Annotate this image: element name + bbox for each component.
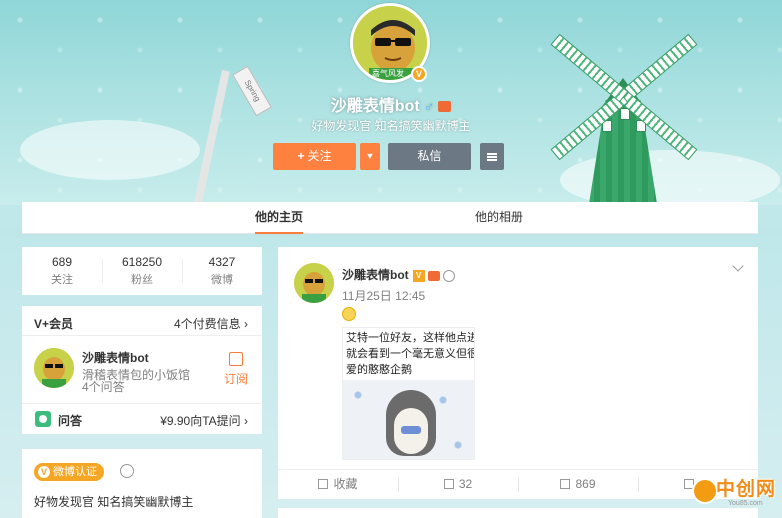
post-author-row: 沙雕表情bot V (342, 266, 455, 283)
image-caption: 艾特一位好友，这样他点进来就会看到一个毫无意义但很可爱的憨憨企鹅 (346, 332, 475, 376)
profile-name-row: 沙雕表情bot ♂ (0, 92, 782, 116)
follow-button[interactable]: + 关注 (273, 143, 356, 170)
paid-info-link[interactable]: 4个付费信息 › (174, 315, 248, 332)
qa-icon (35, 411, 51, 427)
vip-card: V+会员 4个付费信息 › 沙雕表情bot 滑稽表情包的小饭馆 4个问答 订阅 … (22, 306, 262, 434)
post-time[interactable]: 11月25日 12:45 (342, 287, 425, 304)
share-icon (443, 479, 454, 489)
vip-title: V+会员 (34, 317, 74, 331)
feed-post: 沙雕表情bot V 11月25日 12:45 艾特一位好友，这样他点进来就会看到一… (278, 247, 758, 499)
plus-icon: + (297, 149, 305, 163)
message-button[interactable]: 私信 (388, 143, 471, 170)
subscribe-label: 订阅 (223, 372, 248, 386)
male-gender-icon: ♂ (423, 98, 435, 114)
stat-value: 618250 (121, 255, 163, 269)
subscribe-button[interactable]: 订阅 (222, 352, 250, 387)
watermark-text: 中创网 (716, 479, 777, 500)
avatar-caption: 喜气风发 (372, 69, 404, 78)
divider (22, 403, 262, 404)
stat-followers[interactable]: 618250 粉丝 (102, 255, 182, 287)
stat-posts[interactable]: 4327 微博 (182, 255, 262, 287)
profile-bio: 好物发现官 知名搞笑幽默博主 (311, 119, 471, 133)
vip-avatar[interactable] (34, 348, 74, 388)
repost-count: 32 (458, 477, 473, 491)
comment-button[interactable]: 869 (518, 470, 638, 500)
intro-text: 好物发现官 知名搞笑幽默博主 (34, 495, 194, 509)
menu-icon (487, 152, 497, 161)
follow-dropdown-button[interactable]: ▼ (360, 143, 380, 170)
favorite-label: 收藏 (333, 477, 358, 491)
signpost (190, 70, 230, 205)
stat-value: 689 (51, 255, 73, 269)
vip-name[interactable]: 沙雕表情bot (82, 349, 149, 366)
post-image[interactable]: 艾特一位好友，这样他点进来就会看到一个毫无意义但很可爱的憨憨企鹅 (342, 327, 475, 460)
profile-name: 沙雕表情bot (330, 98, 420, 115)
tab-album[interactable]: 他的相册 (472, 202, 526, 234)
ask-question-link[interactable]: ¥9.90向TA提问 › (160, 412, 248, 429)
follow-label: 关注 (307, 149, 332, 163)
stat-label: 微博 (211, 274, 233, 286)
panda-icon (120, 464, 134, 478)
stats-card: 689 关注 618250 粉丝 4327 微博 (22, 247, 262, 295)
chevron-down-icon: ▼ (365, 151, 375, 161)
panda-icon (442, 269, 455, 282)
verification-tag[interactable]: V 微博认证 (34, 463, 104, 481)
star-icon (318, 479, 329, 489)
smile-emoji-icon (342, 307, 356, 321)
member-crown-icon (438, 101, 452, 113)
repost-button[interactable]: 32 (398, 470, 518, 500)
post-menu-chevron-icon[interactable] (732, 260, 744, 272)
site-watermark: 中创网 You85.com (692, 470, 782, 518)
member-crown-icon (427, 270, 440, 281)
profile-tabs: 他的主页 他的相册 (22, 202, 758, 234)
comment-icon (560, 479, 571, 489)
verification-tag-label: 微博认证 (53, 466, 97, 478)
penguin-illustration (386, 390, 436, 456)
favorite-button[interactable]: 收藏 (278, 470, 398, 500)
stat-label: 粉丝 (131, 274, 153, 286)
verified-badge-icon: V (411, 66, 427, 82)
more-menu-button[interactable] (480, 143, 504, 170)
bookmark-icon (229, 352, 243, 366)
verified-icon: V (412, 269, 425, 282)
post-author-avatar[interactable] (294, 263, 334, 303)
next-post-card (278, 508, 758, 518)
post-actions: 收藏 32 869 14 (278, 469, 758, 499)
divider (22, 335, 262, 336)
stat-value: 4327 (208, 255, 236, 269)
tab-home[interactable]: 他的主页 (255, 202, 303, 234)
watermark-sub: You85.com (728, 500, 763, 507)
post-author-name[interactable]: 沙雕表情bot (342, 268, 409, 282)
stat-following[interactable]: 689 关注 (22, 255, 102, 287)
logo-ball-icon (692, 478, 718, 504)
comment-count: 869 (575, 477, 596, 491)
vip-qa-count: 4个问答 (82, 380, 125, 394)
qa-label: 问答 (58, 414, 83, 428)
verified-icon: V (38, 466, 50, 478)
stat-label: 关注 (51, 274, 73, 286)
intro-card: V 微博认证 好物发现官 知名搞笑幽默博主 (22, 449, 262, 518)
